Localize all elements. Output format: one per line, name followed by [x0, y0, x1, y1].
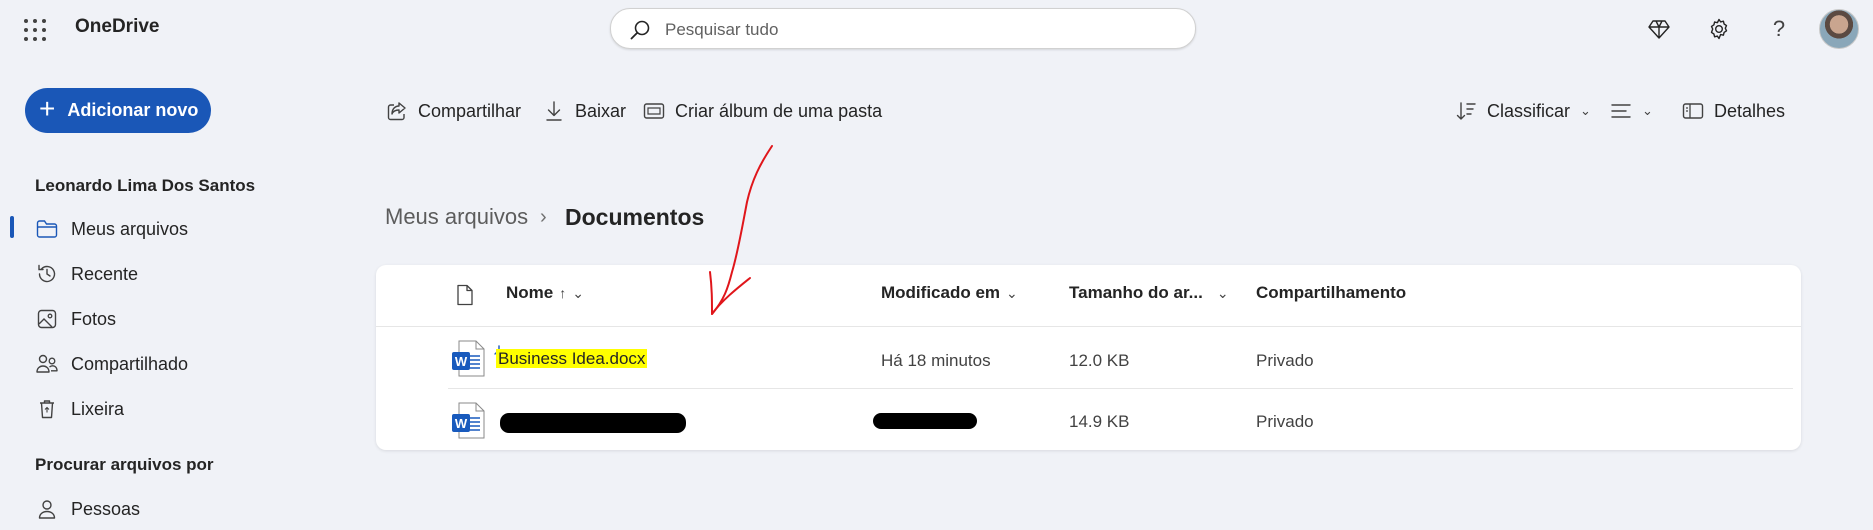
browse-by-title: Procurar arquivos por — [35, 455, 214, 474]
file-size: 12.0 KB — [1069, 351, 1130, 370]
sort-button[interactable]: Classificar ⌄ — [1455, 98, 1591, 124]
redacted-modified — [873, 413, 977, 429]
annotation-arrow — [709, 145, 773, 315]
create-album-label: Criar álbum de uma pasta — [675, 100, 883, 121]
file-type-column-icon[interactable] — [456, 284, 474, 311]
plus-icon: + — [39, 93, 56, 124]
sidebar-item-label: Pessoas — [71, 498, 141, 519]
header-divider — [376, 326, 1801, 327]
file-name-link[interactable]: Business Idea.docx — [496, 349, 648, 369]
page-title: Documentos — [565, 204, 705, 230]
sidebar-item-label: Compartilhado — [71, 353, 189, 374]
details-pane-icon — [1682, 100, 1704, 122]
sidebar-item-label: Recente — [71, 263, 139, 284]
column-modified-label: Modificado em — [881, 283, 1001, 302]
chevron-down-icon: ⌄ — [1006, 284, 1018, 301]
image-icon — [35, 307, 59, 331]
chevron-down-icon: ⌄ — [1580, 103, 1591, 118]
sidebar-item-recycle-bin[interactable]: Lixeira — [35, 396, 124, 422]
gear-icon[interactable] — [1706, 16, 1732, 42]
add-new-button[interactable]: + Adicionar novo — [25, 88, 211, 133]
diamond-icon[interactable] — [1646, 16, 1672, 42]
word-file-icon: W — [451, 402, 485, 445]
details-label: Detalhes — [1714, 100, 1786, 121]
app-launcher-icon[interactable] — [22, 17, 46, 41]
help-icon[interactable]: ? — [1766, 16, 1792, 42]
file-sharing: Privado — [1256, 412, 1314, 431]
column-header-name[interactable]: Nome ↑ ⌄ — [506, 283, 584, 303]
redacted-file-name[interactable] — [500, 413, 686, 433]
sidebar-item-label: Lixeira — [71, 398, 125, 419]
chevron-down-icon: ⌄ — [1216, 284, 1229, 301]
sort-icon — [1455, 100, 1477, 122]
sidebar-item-label: Fotos — [71, 308, 117, 329]
details-button[interactable]: Detalhes — [1682, 98, 1785, 124]
column-size-label: Tamanho do ar... — [1069, 283, 1203, 302]
column-sharing-label: Compartilhamento — [1256, 283, 1407, 302]
add-new-label: Adicionar novo — [67, 100, 199, 120]
row-divider — [448, 388, 1793, 389]
create-album-button[interactable]: Criar álbum de uma pasta — [643, 98, 882, 124]
search-icon — [630, 20, 650, 40]
svg-text:W: W — [455, 354, 468, 369]
chevron-down-icon: ⌄ — [572, 284, 584, 301]
sidebar-item-people[interactable]: Pessoas — [35, 496, 140, 522]
album-icon — [643, 100, 665, 122]
folder-icon — [35, 217, 59, 241]
sort-label: Classificar — [1487, 100, 1571, 121]
file-size: 14.9 KB — [1069, 412, 1130, 431]
column-header-modified[interactable]: Modificado em ⌄ — [881, 283, 1018, 303]
search-input[interactable]: Pesquisar tudo — [665, 20, 778, 40]
sidebar-item-label: Meus arquivos — [71, 218, 189, 239]
svg-text:W: W — [455, 416, 468, 431]
download-button[interactable]: Baixar — [543, 98, 626, 124]
user-name: Leonardo Lima Dos Santos — [35, 176, 256, 195]
file-modified: Há 18 minutos — [881, 351, 991, 370]
sort-arrow-icon: ↑ — [559, 285, 567, 301]
sidebar-item-recent[interactable]: Recente — [35, 261, 138, 287]
file-name[interactable]: Business Idea.docx — [496, 349, 648, 368]
avatar[interactable] — [1819, 9, 1859, 49]
share-icon — [386, 100, 408, 122]
history-icon — [35, 262, 59, 286]
download-icon — [543, 100, 565, 122]
chevron-down-icon: ⌄ — [1642, 103, 1653, 118]
list-view-icon — [1610, 100, 1632, 122]
view-options-button[interactable]: ⌄ — [1610, 98, 1653, 124]
download-label: Baixar — [575, 100, 627, 121]
breadcrumb-separator: › — [540, 206, 547, 228]
sidebar-item-my-files[interactable]: Meus arquivos — [35, 216, 188, 242]
app-name[interactable]: OneDrive — [75, 16, 159, 38]
word-file-icon: W — [451, 340, 485, 383]
person-icon — [35, 497, 59, 521]
file-sharing: Privado — [1256, 351, 1314, 370]
search-box[interactable]: Pesquisar tudo — [610, 8, 1196, 49]
share-label: Compartilhar — [418, 100, 522, 121]
breadcrumb-root[interactable]: Meus arquivos — [385, 204, 528, 230]
column-header-sharing[interactable]: Compartilhamento — [1256, 283, 1406, 303]
active-indicator — [10, 216, 14, 238]
column-name-label: Nome — [506, 283, 554, 302]
column-header-size[interactable]: Tamanho do ar... ⌄ — [1069, 283, 1229, 303]
recycle-bin-icon — [35, 397, 59, 421]
people-icon — [35, 352, 59, 376]
share-button[interactable]: Compartilhar — [386, 98, 521, 124]
sidebar-item-shared[interactable]: Compartilhado — [35, 351, 188, 377]
sidebar-item-photos[interactable]: Fotos — [35, 306, 116, 332]
